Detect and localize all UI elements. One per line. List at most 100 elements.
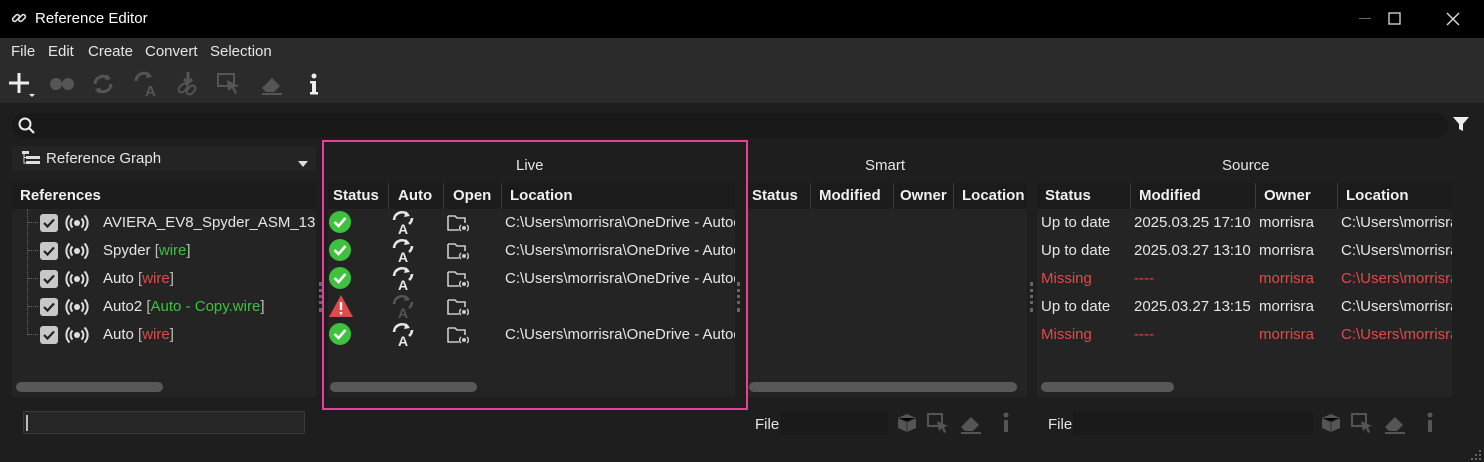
reference-live-icon xyxy=(65,267,89,295)
add-reference-icon[interactable] xyxy=(4,68,36,100)
smart-file-input[interactable] xyxy=(780,411,888,435)
live-location: C:\Users\morrisra\OneDrive - Autod xyxy=(505,270,735,287)
reference-checkbox[interactable] xyxy=(40,270,58,288)
reference-name[interactable]: Auto [wire] xyxy=(103,270,174,287)
source-location: C:\Users\morrisra\ xyxy=(1341,242,1452,259)
menu-file[interactable]: File xyxy=(11,43,35,60)
search-input[interactable] xyxy=(12,113,1448,138)
unlink-icon[interactable] xyxy=(172,68,204,100)
cube-icon[interactable] xyxy=(894,410,920,440)
source-col-status[interactable]: Status xyxy=(1045,187,1091,204)
source-modified: ---- xyxy=(1134,270,1154,287)
reference-file: wire xyxy=(158,242,187,259)
view-dropdown[interactable]: Reference Graph xyxy=(12,146,316,171)
filter-icon[interactable] xyxy=(1452,115,1470,137)
maximize-button[interactable] xyxy=(1366,0,1424,38)
smart-col-status[interactable]: Status xyxy=(752,187,798,204)
clear-icon[interactable] xyxy=(958,410,984,440)
load-icon[interactable] xyxy=(46,68,78,100)
select-icon[interactable] xyxy=(214,68,246,100)
smart-col-owner[interactable]: Owner xyxy=(900,187,947,204)
references-filter-input[interactable] xyxy=(23,411,305,434)
live-title: Live xyxy=(516,157,544,174)
bracket: ] xyxy=(260,298,265,315)
reference-checkbox[interactable] xyxy=(40,242,58,260)
checkmark-icon xyxy=(43,330,55,341)
live-scrollbar[interactable] xyxy=(330,382,477,392)
auto-reload-icon[interactable]: A xyxy=(130,68,162,100)
status-warning-icon xyxy=(328,294,354,322)
auto-reload-icon[interactable]: A xyxy=(390,209,416,239)
references-scrollbar[interactable] xyxy=(16,382,163,392)
open-folder-icon[interactable] xyxy=(446,295,472,323)
auto-reload-icon[interactable]: A xyxy=(390,265,416,295)
source-file-input[interactable] xyxy=(1073,411,1313,435)
cube-icon[interactable] xyxy=(1318,410,1344,440)
info-icon[interactable] xyxy=(298,68,330,100)
menu-selection[interactable]: Selection xyxy=(210,43,272,60)
splitter-handle[interactable] xyxy=(319,282,322,312)
auto-reload-icon[interactable]: A xyxy=(390,237,416,267)
reference-label: AVIERA_EV8_Spyder_ASM_1303_ xyxy=(103,214,315,231)
svg-text:A: A xyxy=(398,333,408,347)
status-ok-icon xyxy=(328,266,352,294)
svg-text:A: A xyxy=(398,305,408,319)
resize-grip-icon[interactable] xyxy=(1470,448,1482,462)
source-scrollbar[interactable] xyxy=(1041,382,1174,392)
auto-reload-icon[interactable]: A xyxy=(390,321,416,351)
live-location: C:\Users\morrisra\OneDrive - Autod xyxy=(505,242,735,259)
info-icon[interactable] xyxy=(1423,410,1437,440)
reference-checkbox[interactable] xyxy=(40,298,58,316)
source-modified: 2025.03.27 13:10 xyxy=(1134,242,1251,259)
reference-label: Auto2 xyxy=(103,298,147,315)
select-link-icon[interactable] xyxy=(925,410,951,440)
menu-edit[interactable]: Edit xyxy=(48,43,74,60)
reference-name[interactable]: AVIERA_EV8_Spyder_ASM_1303_ xyxy=(103,214,315,231)
select-link-icon[interactable] xyxy=(1349,410,1375,440)
status-ok-icon xyxy=(328,238,352,266)
smart-panel xyxy=(746,183,1027,397)
clear-icon[interactable] xyxy=(1382,410,1408,440)
menu-bar: File Edit Create Convert Selection xyxy=(0,38,1484,65)
clear-icon[interactable] xyxy=(256,68,288,100)
open-folder-icon[interactable] xyxy=(446,211,472,239)
info-icon[interactable] xyxy=(999,410,1013,440)
live-col-status[interactable]: Status xyxy=(333,187,379,204)
svg-text:A: A xyxy=(398,221,408,235)
splitter-handle[interactable] xyxy=(1030,282,1033,312)
splitter-handle[interactable] xyxy=(737,282,740,312)
checkmark-icon xyxy=(43,218,55,229)
source-location: C:\Users\morrisra\ xyxy=(1341,298,1452,315)
reference-name[interactable]: Auto [wire] xyxy=(103,326,174,343)
source-owner: morrisra xyxy=(1259,298,1314,315)
reference-checkbox[interactable] xyxy=(40,214,58,232)
smart-col-location[interactable]: Location xyxy=(962,187,1025,204)
open-folder-icon[interactable] xyxy=(446,239,472,267)
smart-col-modified[interactable]: Modified xyxy=(819,187,881,204)
live-col-location[interactable]: Location xyxy=(510,187,573,204)
reference-live-icon xyxy=(65,239,89,267)
close-button[interactable] xyxy=(1424,0,1482,38)
menu-create[interactable]: Create xyxy=(88,43,133,60)
reference-live-icon xyxy=(65,211,89,239)
source-col-location[interactable]: Location xyxy=(1346,187,1409,204)
source-col-owner[interactable]: Owner xyxy=(1264,187,1311,204)
open-folder-icon[interactable] xyxy=(446,323,472,351)
menu-convert[interactable]: Convert xyxy=(145,43,198,60)
live-col-auto[interactable]: Auto xyxy=(398,187,432,204)
reference-name[interactable]: Spyder [wire] xyxy=(103,242,191,259)
status-ok-icon xyxy=(328,210,352,238)
reload-icon[interactable] xyxy=(87,68,119,100)
live-col-open[interactable]: Open xyxy=(453,187,491,204)
reference-file: Auto - Copy.wire xyxy=(150,298,261,315)
reference-checkbox[interactable] xyxy=(40,326,58,344)
reference-live-icon xyxy=(65,323,89,351)
open-folder-icon[interactable] xyxy=(446,267,472,295)
window-title: Reference Editor xyxy=(35,10,148,27)
smart-scrollbar[interactable] xyxy=(749,382,1017,392)
tree-branch xyxy=(28,334,38,335)
source-col-modified[interactable]: Modified xyxy=(1139,187,1201,204)
source-status: Up to date xyxy=(1041,242,1111,259)
reference-name[interactable]: Auto2 [Auto - Copy.wire] xyxy=(103,298,264,315)
auto-reload-icon[interactable]: A xyxy=(390,293,416,323)
